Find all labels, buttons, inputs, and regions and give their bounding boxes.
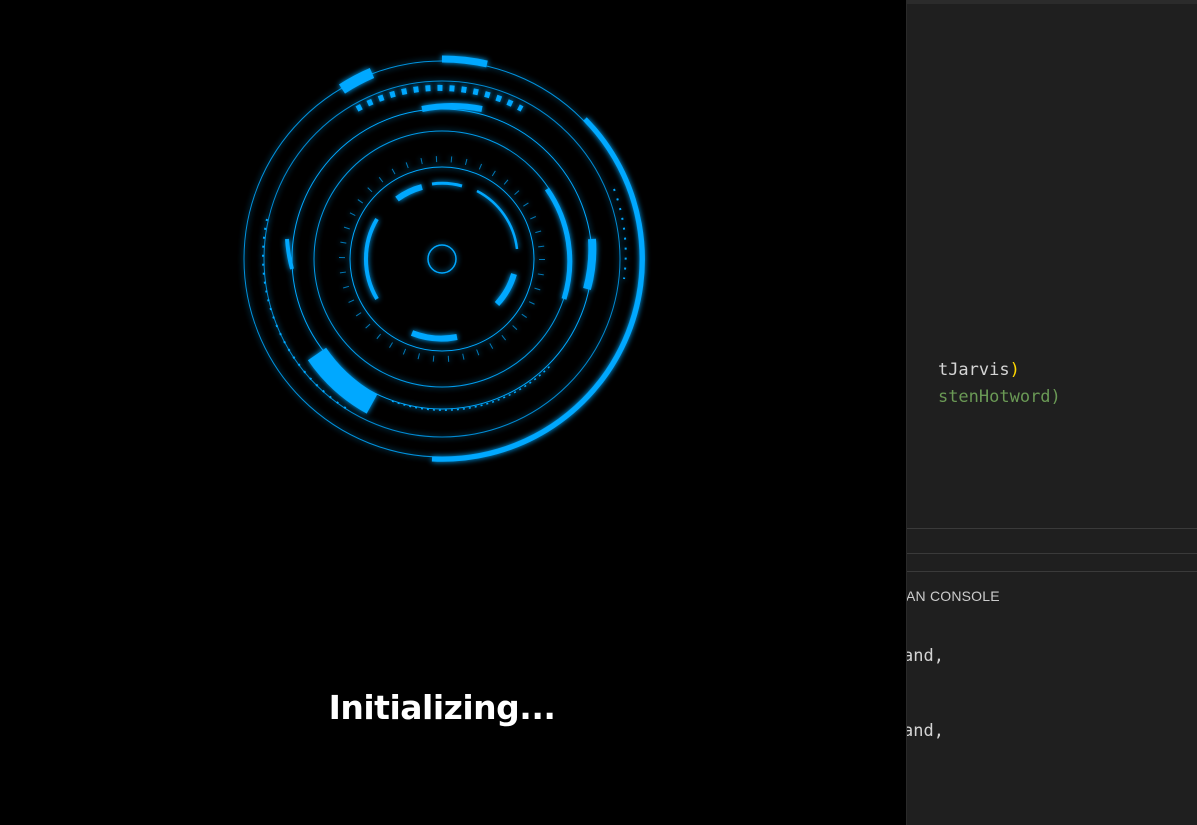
code-text: stenHotword): [937, 387, 1061, 407]
lower-left-block: [307, 347, 378, 414]
terminal-line: and,: [903, 721, 944, 741]
inner-arc: [476, 189, 519, 250]
mid-ring: [263, 80, 621, 438]
inner-arc: [431, 181, 463, 188]
inner-arc: [494, 273, 517, 307]
inner-arc: [363, 217, 379, 301]
inner-ring: [313, 130, 571, 388]
loader-window[interactable]: Initializing...: [0, 0, 907, 825]
tab-console[interactable]: AN CONSOLE: [906, 588, 1000, 604]
inner-arc: [395, 184, 423, 202]
dotted-arc: [391, 363, 553, 411]
right-segment: [544, 187, 573, 300]
terminal-line: and,: [903, 646, 944, 666]
editor-divider: [906, 553, 1197, 554]
editor-tab-strip: [906, 0, 1197, 4]
hud-loader-graphic: [240, 52, 652, 464]
inner-arc: [410, 330, 458, 342]
mid-segment: [421, 103, 483, 112]
ticks: [339, 156, 545, 362]
tick-ring: [349, 166, 535, 352]
top-segment: [441, 55, 488, 68]
center-ring: [427, 244, 457, 274]
left-tick: [285, 238, 294, 270]
loading-status: Initializing...: [328, 688, 556, 727]
editor-divider: [906, 528, 1197, 529]
right-segment: [583, 238, 597, 291]
panel-divider: [906, 571, 1197, 572]
hud-rings-icon: [243, 55, 645, 462]
outer-ring: [243, 60, 641, 458]
top-segment: [339, 67, 375, 94]
code-line[interactable]: stenHotword): [897, 367, 1061, 427]
